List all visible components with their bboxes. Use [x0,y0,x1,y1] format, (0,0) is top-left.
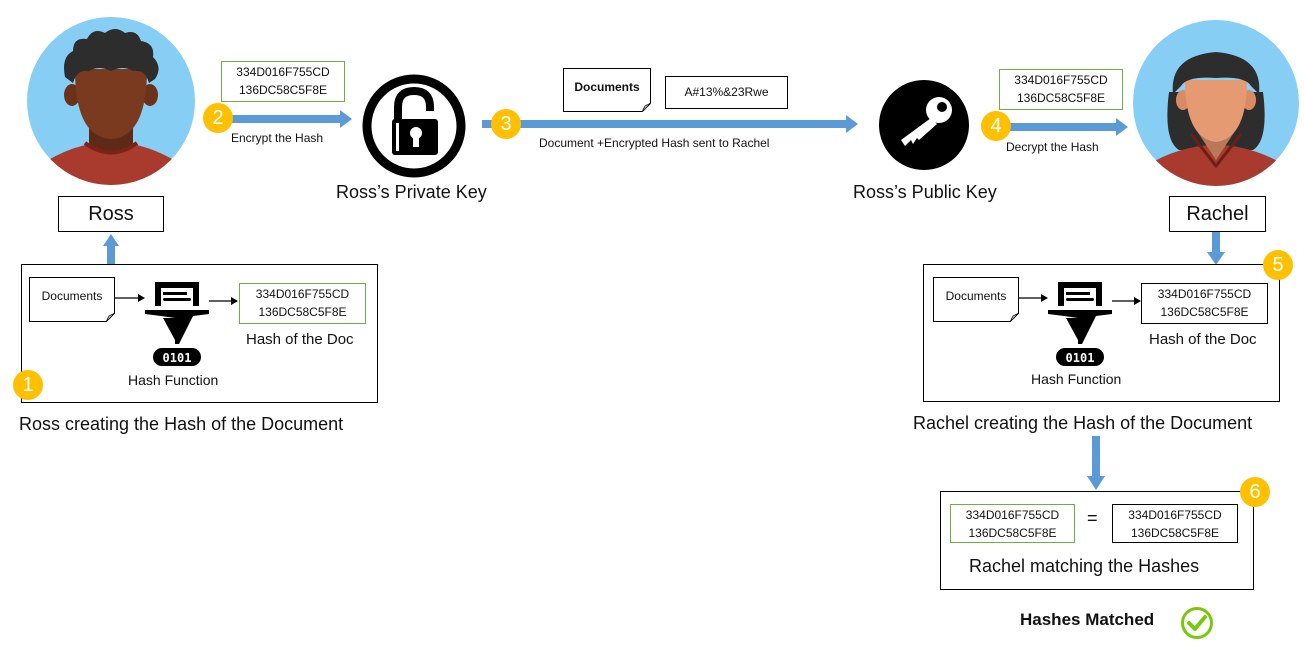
rachel-hash-output-label: Hash of the Doc [1149,331,1257,348]
ross-hash-function-label: Hash Function [128,372,219,388]
key-icon [879,80,969,170]
caption-step-3: Document +Encrypted Hash sent to Rachel [539,136,770,150]
arrow-step-3 [482,115,858,133]
hash-line-1: 334D016F755CD [1014,73,1108,87]
ross-hash-function: 0101 [145,280,209,368]
page-fold-icon [642,103,651,112]
padlock-icon [362,74,466,178]
hash-box-step-2: 334D016F755CD 136DC58C5F8E [221,61,345,102]
hash-line-1: 334D016F755CD [255,287,350,301]
hash-funnel-icon: 0101 [145,282,209,366]
hash-line-1: 334D016F755CD [965,508,1060,522]
rachel-hash-function: 0101 [1048,280,1112,368]
hash-line-2: 136DC58C5F8E [238,83,328,97]
rachel-hash-function-label: Hash Function [1031,371,1122,387]
arrow-down-rachel [1207,232,1225,265]
private-key-label: Ross’s Private Key [336,182,487,202]
private-key [361,73,467,179]
rachel-document: Documents [933,277,1019,322]
page-fold-icon [1010,313,1019,322]
ross-hash-output-label: Hash of the Doc [246,331,354,348]
page-fold-icon [106,313,115,322]
hash-line-2: 136DC58C5F8E [1160,305,1249,319]
transmitted-document-label: Documents [574,80,640,94]
equals-sign: = [1087,508,1098,528]
encrypted-hash-value: A#13%&23Rwe [684,85,769,99]
decrypted-hash: 334D016F755CD 136DC58C5F8E [950,504,1075,543]
public-key-label: Ross’s Public Key [853,182,997,202]
hash-box-step-4: 334D016F755CD 136DC58C5F8E [999,69,1123,110]
hash-line-2: 136DC58C5F8E [1130,526,1220,540]
computed-hash: 334D016F755CD 136DC58C5F8E [1112,504,1238,543]
arrow-down-compare [1087,436,1105,490]
rachel-document-label: Documents [945,289,1007,303]
hash-funnel-icon: 0101 [1048,282,1112,366]
hash-line-1: 334D016F755CD [236,65,330,79]
check-circle-icon [1181,607,1213,639]
caption-step-2: Encrypt the Hash [231,131,324,145]
arrow-up-ross [103,234,119,264]
hash-line-1: 334D016F755CD [1128,508,1222,522]
rachel-hash-output: 334D016F755CD 136DC58C5F8E [1141,283,1268,324]
step-badge-5: 5 [1263,250,1293,280]
svg-text:0101: 0101 [163,351,192,365]
result-check [1180,606,1214,640]
ross-hash-output: 334D016F755CD 136DC58C5F8E [239,283,366,324]
ross-document: Documents [29,277,115,322]
caption-step-4: Decrypt the Hash [1006,140,1099,154]
step-badge-4: 4 [981,111,1011,141]
hash-line-2: 136DC58C5F8E [968,526,1057,540]
hash-line-2: 136DC58C5F8E [258,305,347,319]
step-badge-3: 3 [491,109,521,139]
transmitted-document: Documents [563,68,651,112]
public-key [879,80,969,170]
encrypted-hash-box: A#13%&23Rwe [665,76,788,109]
step-badge-1: 1 [13,370,43,400]
hash-line-2: 136DC58C5F8E [1016,91,1106,105]
result-label: Hashes Matched [1020,610,1155,629]
arrow-step-4 [1010,118,1128,136]
step-badge-6: 6 [1240,477,1270,507]
svg-text:0101: 0101 [1066,351,1095,365]
caption-step-1: Ross creating the Hash of the Document [19,414,344,434]
caption-step-5: Rachel creating the Hash of the Document [913,413,1253,433]
caption-step-6: Rachel matching the Hashes [969,556,1200,576]
ross-document-label: Documents [41,289,103,303]
hash-line-1: 334D016F755CD [1157,287,1252,301]
arrow-step-2 [232,110,352,128]
step-badge-2: 2 [203,103,233,133]
